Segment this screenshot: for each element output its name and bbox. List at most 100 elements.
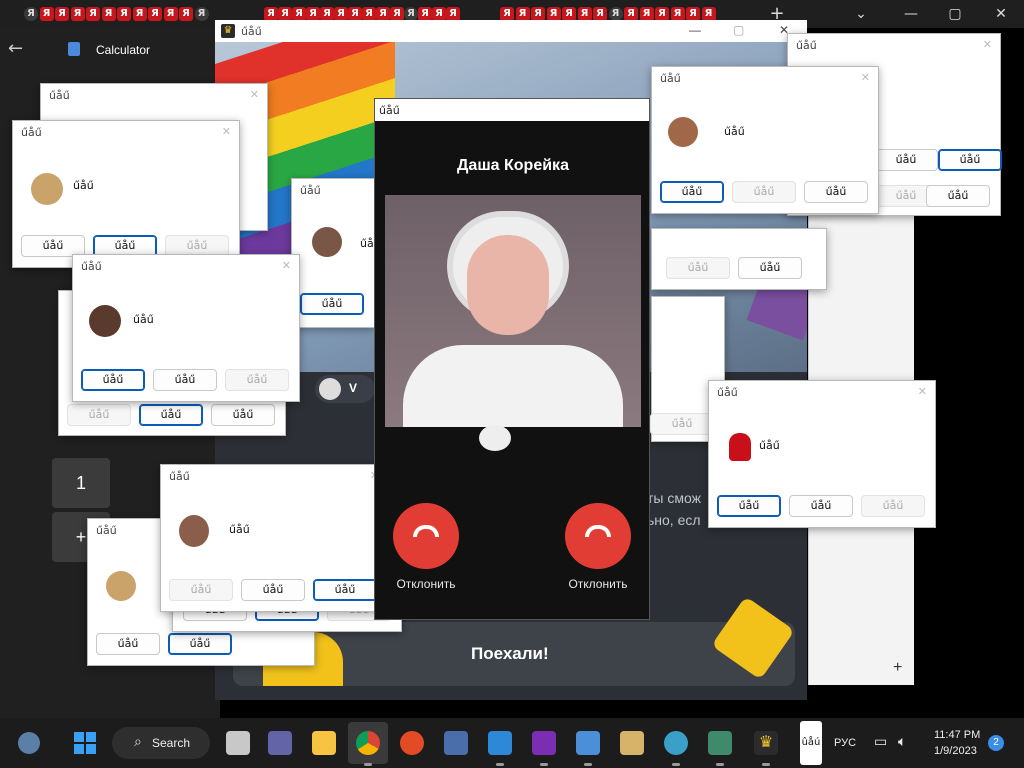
- browser-tab[interactable]: Я: [686, 7, 700, 21]
- dialog-button[interactable]: űåű: [804, 181, 868, 203]
- dialog-close-icon[interactable]: ✕: [222, 125, 231, 138]
- main-minimize-button[interactable]: —: [689, 23, 701, 37]
- dialog-close-icon[interactable]: ✕: [861, 71, 870, 84]
- dialog-button[interactable]: űåű: [738, 257, 802, 279]
- browser-tab[interactable]: Я: [320, 7, 334, 21]
- yahoo-icon[interactable]: [532, 731, 556, 755]
- browser-tab[interactable]: Я: [593, 7, 607, 21]
- browser-tab[interactable]: Я: [608, 7, 623, 21]
- crown-app-icon[interactable]: ♛: [754, 731, 778, 755]
- dialog-close-icon[interactable]: ✕: [918, 385, 927, 398]
- dialog-title: űåű: [660, 72, 681, 85]
- browser-tab[interactable]: Я: [55, 7, 69, 21]
- browser-tab[interactable]: Я: [148, 7, 162, 21]
- browser-tab[interactable]: Я: [348, 7, 362, 21]
- calculator-taskbar-icon[interactable]: [708, 731, 732, 755]
- decline-call-button[interactable]: [393, 503, 459, 569]
- dialog-button[interactable]: űåű: [96, 633, 160, 655]
- search-box[interactable]: ⌕ Search: [112, 727, 210, 759]
- notification-badge[interactable]: 2: [988, 735, 1004, 751]
- browser-tab[interactable]: Я: [194, 7, 209, 21]
- dialog-button-primary[interactable]: űåű: [717, 495, 781, 517]
- dialog-title: űåű: [49, 89, 70, 102]
- browser-tab[interactable]: Я: [292, 7, 306, 21]
- browser-tab[interactable]: Я: [701, 7, 716, 21]
- browser-tab[interactable]: Я: [24, 7, 38, 21]
- browser-tab[interactable]: Я: [500, 7, 514, 21]
- browser-tab[interactable]: Я: [531, 7, 545, 21]
- browser-tab[interactable]: Я: [376, 7, 390, 21]
- clock-date[interactable]: 1/9/2023: [934, 745, 977, 757]
- browser-tab[interactable]: Я: [446, 7, 460, 21]
- paint-icon[interactable]: [576, 731, 600, 755]
- browser-tab[interactable]: Я: [101, 7, 116, 21]
- chat-pill[interactable]: V: [315, 375, 375, 403]
- dialog-button[interactable]: űåű: [926, 185, 990, 207]
- browser-tab[interactable]: Я: [639, 7, 654, 21]
- globe-app-icon[interactable]: [664, 731, 688, 755]
- clock-time[interactable]: 11:47 PM: [934, 729, 980, 741]
- browser-tab[interactable]: Я: [390, 7, 404, 21]
- close-button[interactable]: ✕: [986, 4, 1016, 24]
- image-viewer-icon[interactable]: [444, 731, 468, 755]
- notepad-icon[interactable]: [488, 731, 512, 755]
- browser-tab[interactable]: Я: [655, 7, 669, 21]
- doge-app-icon[interactable]: [620, 731, 644, 755]
- dialog-close-icon[interactable]: ✕: [250, 88, 259, 101]
- browser-tab[interactable]: Я: [515, 7, 530, 21]
- dialog-button-primary[interactable]: űåű: [660, 181, 724, 203]
- browser-tab[interactable]: Я: [86, 7, 100, 21]
- pinned-text-app[interactable]: ûåú: [800, 721, 822, 765]
- dialog-button-primary[interactable]: űåű: [313, 579, 377, 601]
- browser-tab[interactable]: Я: [546, 7, 561, 21]
- browser-tab[interactable]: Я: [432, 7, 446, 21]
- yandex-browser-icon[interactable]: [400, 731, 424, 755]
- dialog-button[interactable]: űåű: [241, 579, 305, 601]
- browser-tab[interactable]: Я: [306, 7, 320, 21]
- browser-tab[interactable]: Я: [334, 7, 348, 21]
- dialog-button-primary[interactable]: űåű: [139, 404, 203, 426]
- browser-tab[interactable]: Я: [670, 7, 685, 21]
- volume-icon[interactable]: 🔈︎: [898, 734, 906, 750]
- dialog-button[interactable]: űåű: [153, 369, 217, 391]
- dialog-button-primary[interactable]: űåű: [168, 633, 232, 655]
- add-icon[interactable]: +: [893, 659, 902, 677]
- browser-tab[interactable]: Я: [39, 7, 54, 21]
- teams-icon[interactable]: [268, 731, 292, 755]
- browser-tab[interactable]: Я: [362, 7, 376, 21]
- dialog-button-primary[interactable]: űåű: [938, 149, 1002, 171]
- back-arrow-icon[interactable]: ←: [8, 38, 23, 59]
- minimize-button[interactable]: —: [896, 4, 926, 24]
- decline-call-button[interactable]: [565, 503, 631, 569]
- weather-icon[interactable]: [18, 732, 40, 754]
- taskbar-chrome-active[interactable]: [348, 722, 388, 764]
- dialog-button[interactable]: űåű: [874, 149, 938, 171]
- file-explorer-icon[interactable]: [312, 731, 336, 755]
- browser-tab[interactable]: Я: [163, 7, 178, 21]
- tab-list-dropdown[interactable]: ⌄: [846, 4, 876, 24]
- browser-tab[interactable]: Я: [624, 7, 638, 21]
- dialog-button-primary[interactable]: űåű: [81, 369, 145, 391]
- task-view-icon[interactable]: [226, 731, 250, 755]
- language-indicator[interactable]: РУС: [834, 737, 856, 749]
- dialog-close-icon[interactable]: ✕: [983, 38, 992, 51]
- browser-tab[interactable]: Я: [132, 7, 147, 21]
- browser-tab[interactable]: Я: [179, 7, 193, 21]
- dialog-button-primary[interactable]: űåű: [300, 293, 364, 315]
- dialog-close-icon[interactable]: ✕: [282, 259, 291, 272]
- browser-tab[interactable]: Я: [117, 7, 131, 21]
- browser-tab[interactable]: Я: [404, 7, 418, 21]
- dialog-button[interactable]: űåű: [789, 495, 853, 517]
- calc-key-1[interactable]: 1: [52, 458, 110, 508]
- maximize-button[interactable]: ▢: [940, 4, 970, 24]
- start-button[interactable]: [74, 732, 96, 754]
- browser-tab[interactable]: Я: [278, 7, 292, 21]
- browser-tab[interactable]: Я: [418, 7, 432, 21]
- network-icon[interactable]: ▭: [874, 734, 887, 750]
- browser-tab[interactable]: Я: [562, 7, 576, 21]
- browser-tab[interactable]: Я: [70, 7, 85, 21]
- main-maximize-button[interactable]: ▢: [733, 23, 744, 37]
- browser-tab[interactable]: Я: [264, 7, 278, 21]
- browser-tab[interactable]: Я: [577, 7, 592, 21]
- dialog-button[interactable]: űåű: [211, 404, 275, 426]
